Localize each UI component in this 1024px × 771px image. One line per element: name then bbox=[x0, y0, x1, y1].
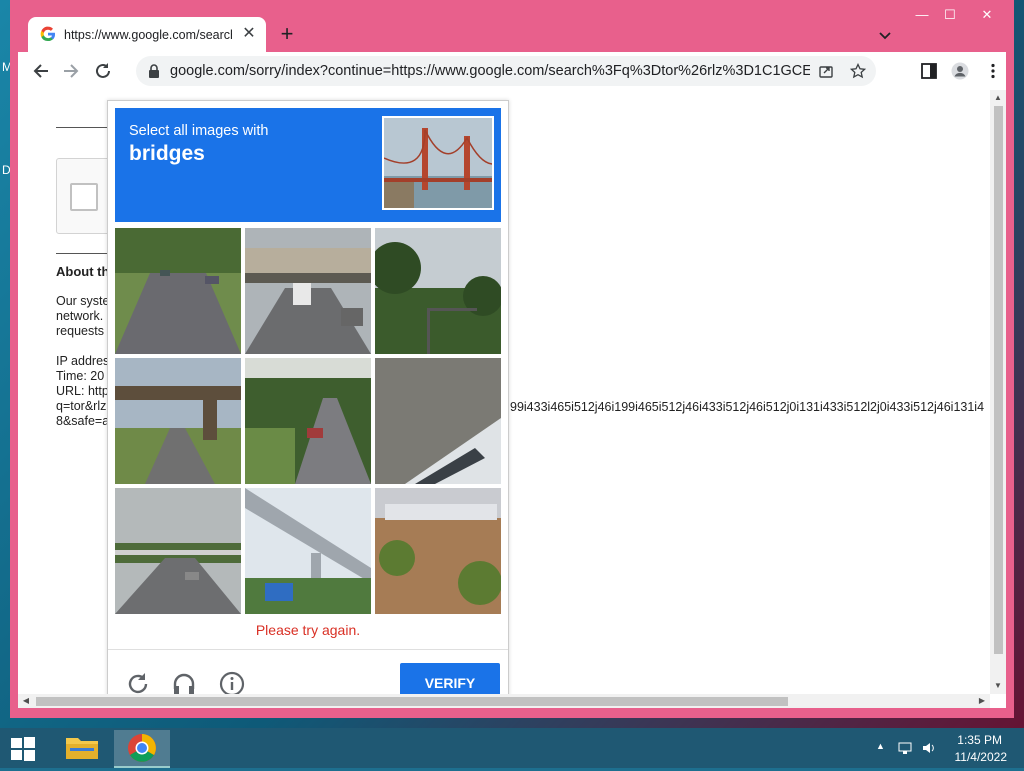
tile-image bbox=[245, 228, 371, 354]
lock-icon[interactable] bbox=[148, 64, 160, 78]
tab-title: https://www.google.com/search?q bbox=[64, 28, 232, 42]
tile-image bbox=[245, 358, 371, 484]
browser-window: https://www.google.com/search?q ✕ + — ☐ … bbox=[10, 0, 1014, 718]
paragraph-line[interactable]: q=tor&rlz bbox=[56, 399, 106, 414]
challenge-header: Select all images with bridges bbox=[115, 108, 501, 222]
image-tile[interactable] bbox=[375, 358, 501, 484]
bookmark-star-icon[interactable] bbox=[850, 63, 866, 79]
tray-expand-icon[interactable]: ▲ bbox=[876, 741, 890, 755]
tab-search-chevron-icon[interactable] bbox=[876, 26, 894, 44]
about-heading: About th bbox=[56, 264, 110, 279]
volume-icon[interactable] bbox=[922, 741, 936, 755]
clock-time[interactable]: 1:35 PM bbox=[957, 733, 1002, 747]
image-tile[interactable] bbox=[115, 358, 241, 484]
clock-date[interactable]: 11/4/2022 bbox=[955, 750, 1008, 764]
footer-divider bbox=[108, 649, 508, 650]
challenge-instruction: Select all images with bbox=[129, 123, 269, 139]
sample-bridge-image bbox=[382, 116, 494, 210]
scroll-up-icon[interactable]: ▲ bbox=[990, 90, 1006, 106]
taskbar-chrome[interactable] bbox=[114, 730, 170, 768]
image-tile[interactable] bbox=[115, 228, 241, 354]
vertical-scrollbar[interactable]: ▲ ▼ bbox=[990, 90, 1006, 694]
vertical-scroll-thumb[interactable] bbox=[994, 106, 1003, 654]
new-tab-button[interactable]: + bbox=[276, 23, 298, 45]
minimize-button[interactable]: — bbox=[908, 6, 936, 24]
paragraph-line: requests bbox=[56, 324, 104, 338]
google-favicon-icon bbox=[40, 26, 56, 42]
url-text[interactable]: google.com/sorry/index?continue=https://… bbox=[170, 63, 810, 79]
tile-image bbox=[375, 358, 501, 484]
tile-image bbox=[115, 488, 241, 614]
share-icon[interactable] bbox=[818, 63, 834, 79]
challenge-image-grid bbox=[115, 228, 501, 614]
divider bbox=[56, 253, 111, 254]
paragraph-line[interactable]: URL: http bbox=[56, 384, 109, 399]
image-tile[interactable] bbox=[245, 358, 371, 484]
paragraph-line: Time: 20 bbox=[56, 369, 105, 383]
image-tile[interactable] bbox=[245, 228, 371, 354]
recaptcha-challenge: Select all images with bridges Please tr… bbox=[107, 100, 509, 708]
browser-tab[interactable]: https://www.google.com/search?q ✕ bbox=[28, 17, 266, 52]
paragraph-line: Our syste bbox=[56, 294, 110, 308]
menu-kebab-icon[interactable] bbox=[984, 62, 1002, 80]
forward-arrow-icon[interactable] bbox=[60, 60, 82, 82]
taskbar: ▲ 1:35 PM 11/4/2022 bbox=[0, 728, 1024, 768]
tab-close-icon[interactable]: ✕ bbox=[240, 25, 258, 43]
scroll-left-icon[interactable]: ◀ bbox=[18, 693, 34, 708]
image-tile[interactable] bbox=[245, 488, 371, 614]
page-viewport: About th Our syste network. requests IP … bbox=[18, 90, 1006, 708]
maximize-button[interactable]: ☐ bbox=[936, 6, 964, 24]
divider bbox=[56, 127, 111, 128]
recaptcha-checkbox[interactable] bbox=[70, 183, 98, 211]
horizontal-scrollbar[interactable]: ◀ ▶ bbox=[18, 694, 990, 708]
scroll-down-icon[interactable]: ▼ bbox=[990, 678, 1006, 694]
side-panel-icon[interactable] bbox=[920, 62, 938, 80]
tab-strip: https://www.google.com/search?q ✕ + — ☐ … bbox=[10, 0, 1014, 52]
tile-image bbox=[115, 228, 241, 354]
taskbar-file-explorer[interactable] bbox=[54, 730, 110, 766]
address-bar[interactable]: google.com/sorry/index?continue=https://… bbox=[136, 56, 876, 86]
challenge-target: bridges bbox=[129, 142, 205, 165]
reload-icon[interactable] bbox=[92, 60, 114, 82]
tile-image bbox=[115, 358, 241, 484]
chrome-icon bbox=[128, 734, 156, 762]
tile-image bbox=[375, 488, 501, 614]
network-icon[interactable] bbox=[898, 741, 912, 755]
error-message: Please try again. bbox=[255, 622, 361, 638]
back-arrow-icon[interactable] bbox=[30, 60, 52, 82]
paragraph-line[interactable]: 8&safe=a bbox=[56, 414, 109, 429]
folder-icon bbox=[66, 738, 98, 759]
paragraph-line: network. bbox=[56, 309, 104, 323]
paragraph-line: IP addres bbox=[56, 354, 110, 368]
tile-image bbox=[375, 228, 501, 354]
profile-avatar-icon[interactable] bbox=[951, 62, 969, 80]
image-tile[interactable] bbox=[375, 488, 501, 614]
horizontal-scroll-thumb[interactable] bbox=[36, 697, 788, 706]
tile-image bbox=[245, 488, 371, 614]
url-continuation-text[interactable]: 99i433i465i512j46i199i465i512j46i433i512… bbox=[510, 400, 984, 414]
browser-toolbar: google.com/sorry/index?continue=https://… bbox=[18, 52, 1006, 90]
windows-start-icon[interactable] bbox=[10, 736, 36, 762]
image-tile[interactable] bbox=[375, 228, 501, 354]
close-window-button[interactable]: ✕ bbox=[972, 6, 1002, 24]
scroll-right-icon[interactable]: ▶ bbox=[974, 693, 990, 708]
image-tile[interactable] bbox=[115, 488, 241, 614]
